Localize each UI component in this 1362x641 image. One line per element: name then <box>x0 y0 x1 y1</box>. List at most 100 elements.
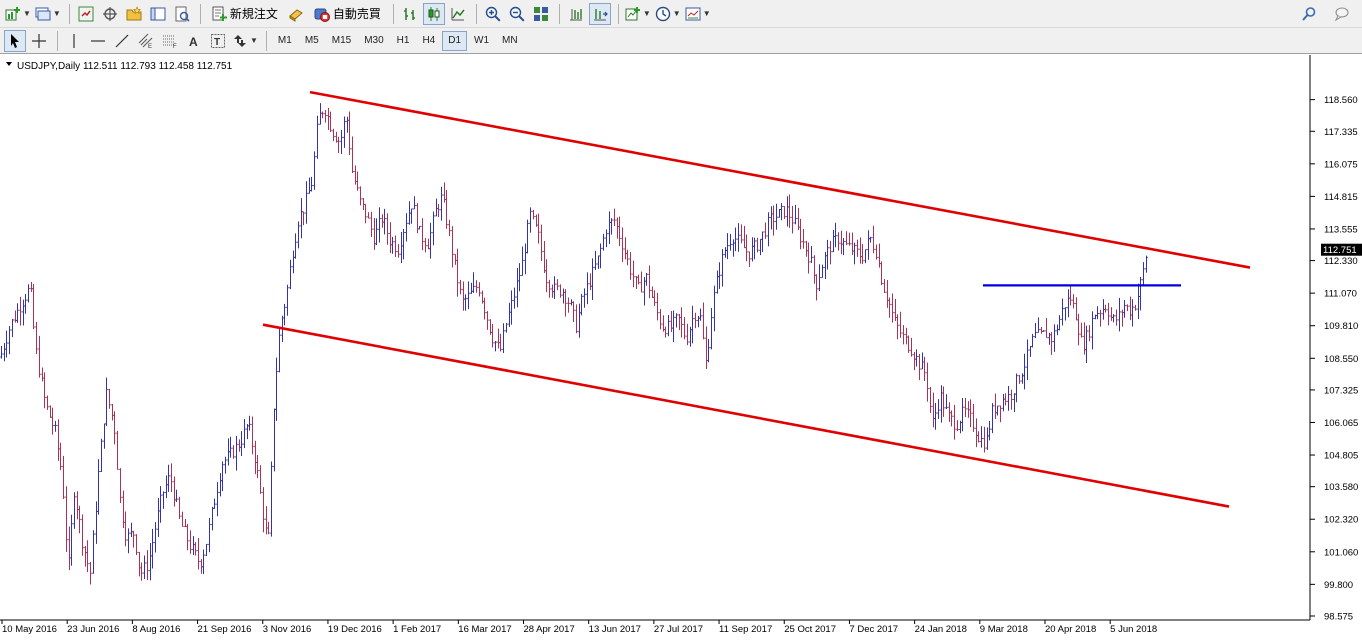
text-label-icon: T <box>211 33 225 48</box>
equidistant-channel-button[interactable]: E <box>135 30 157 52</box>
toolbar-separator <box>199 3 201 24</box>
x-tick-label: 16 Mar 2017 <box>458 624 511 635</box>
line-chart-icon <box>451 7 465 20</box>
chat-button[interactable] <box>1330 3 1352 25</box>
tile-windows-button[interactable] <box>530 3 552 25</box>
metaeditor-book-icon <box>289 8 303 22</box>
y-tick-label: 118.560 <box>1324 95 1358 106</box>
current-price-tag: 112.751 <box>1321 243 1362 256</box>
toolbar-separator <box>617 3 619 24</box>
timeframe-m30[interactable]: M30 <box>358 31 389 51</box>
x-tick-label: 9 Mar 2018 <box>980 624 1028 635</box>
x-tick-label: 24 Jan 2018 <box>915 624 967 635</box>
y-tick-label: 112.330 <box>1324 256 1358 267</box>
svg-text:F: F <box>173 44 177 49</box>
x-tick-label: 7 Dec 2017 <box>849 624 898 635</box>
timeframe-m1[interactable]: M1 <box>272 31 298 51</box>
vertical-line-icon <box>73 33 75 48</box>
x-tick-label: 11 Sep 2017 <box>719 624 772 635</box>
cursor-arrow-icon <box>11 33 19 48</box>
timeframe-w1[interactable]: W1 <box>468 31 495 51</box>
text-button[interactable]: A <box>183 30 205 52</box>
timeframe-mn[interactable]: MN <box>496 31 524 51</box>
vertical-line-button[interactable] <box>63 30 85 52</box>
svg-text:E: E <box>148 44 152 49</box>
plot-area <box>0 55 1310 620</box>
data-window-button[interactable] <box>99 3 121 25</box>
y-tick-label: 107.325 <box>1324 385 1358 396</box>
navigator-button[interactable] <box>123 3 145 25</box>
x-tick-label: 27 Jul 2017 <box>654 624 703 635</box>
auto-trading-button[interactable]: 自動売買 <box>309 3 386 25</box>
auto-scroll-button[interactable] <box>588 2 611 25</box>
chevron-down-icon: ▼ <box>52 9 61 18</box>
strategy-tester-icon <box>175 6 190 22</box>
trendline-icon <box>115 34 129 47</box>
crosshair-target-icon <box>102 6 117 21</box>
strategy-tester-button[interactable] <box>171 3 193 25</box>
new-chart-button[interactable]: ▼ <box>4 3 32 25</box>
svg-text:A: A <box>189 35 198 49</box>
text-label-button[interactable]: T <box>207 30 229 52</box>
template-icon <box>685 7 701 20</box>
x-tick-label: 3 Nov 2016 <box>263 624 312 635</box>
chevron-down-icon: ▼ <box>250 36 258 45</box>
zoom-in-button[interactable] <box>482 3 504 25</box>
periods-button[interactable]: ▼ <box>654 3 682 25</box>
line-chart-button[interactable] <box>447 3 469 25</box>
chat-bubble-icon <box>1334 7 1349 21</box>
metaeditor-button[interactable] <box>285 3 307 25</box>
drawing-toolbar: E F A T ▼ M1 M5 M15 M30 H1 H4 D1 W1 MN <box>0 28 1362 54</box>
x-tick-label: 23 Jun 2016 <box>67 624 119 635</box>
y-tick-label: 117.335 <box>1324 127 1358 138</box>
indicators-button[interactable]: ▼ <box>624 3 652 25</box>
new-order-label: 新規注文 <box>229 7 278 21</box>
templates-button[interactable]: ▼ <box>684 3 712 25</box>
toolbar-separator <box>68 3 70 24</box>
new-order-button[interactable]: 新規注文 <box>206 3 283 25</box>
candlestick-chart-button[interactable] <box>422 2 445 25</box>
profiles-icon <box>35 7 51 20</box>
current-price-label: 112.751 <box>1323 245 1357 256</box>
x-tick-label: 20 Apr 2018 <box>1045 624 1096 635</box>
chart-window[interactable]: 118.560 117.335 116.075 114.815 113.555 112.3… <box>0 55 1362 641</box>
toolbar-separator <box>265 30 267 51</box>
x-tick-label: 19 Dec 2016 <box>328 624 382 635</box>
fibonacci-button[interactable]: F <box>159 30 181 52</box>
profiles-button[interactable]: ▼ <box>34 3 62 25</box>
horizontal-line-button[interactable] <box>87 30 109 52</box>
x-tick-label: 5 Jun 2018 <box>1110 624 1157 635</box>
timeframe-d1[interactable]: D1 <box>442 30 468 51</box>
x-tick-label: 1 Feb 2017 <box>393 624 441 635</box>
price-chart[interactable]: 118.560 117.335 116.075 114.815 113.555 112.3… <box>0 55 1362 641</box>
main-toolbar: ▼ ▼ 新規注文 自動売買 ▼ ▼ ▼ <box>0 0 1362 28</box>
arrows-button[interactable]: ▼ <box>231 30 259 52</box>
search-button[interactable] <box>1298 3 1320 25</box>
zoom-out-button[interactable] <box>506 3 528 25</box>
y-tick-label: 99.800 <box>1324 580 1353 591</box>
timeframe-m5[interactable]: M5 <box>299 31 325 51</box>
market-watch-button[interactable] <box>75 3 97 25</box>
terminal-button[interactable] <box>147 3 169 25</box>
chart-shift-button[interactable] <box>565 3 587 25</box>
zoom-out-icon <box>509 6 525 22</box>
indicators-icon <box>625 6 640 20</box>
horizontal-line-icon <box>91 39 105 42</box>
y-tick-label: 101.060 <box>1324 547 1358 558</box>
toolbar-separator <box>57 30 58 51</box>
zoom-in-icon <box>485 6 501 22</box>
toolbar-separator <box>392 3 394 24</box>
y-tick-label: 113.555 <box>1324 224 1358 235</box>
cursor-button[interactable] <box>4 29 26 52</box>
search-icon <box>1302 6 1316 21</box>
x-tick-label: 28 Apr 2017 <box>523 624 574 635</box>
folder-star-icon <box>126 5 142 20</box>
new-order-icon <box>212 6 227 21</box>
x-tick-label: 21 Sep 2016 <box>198 624 252 635</box>
trendline-button[interactable] <box>111 30 133 52</box>
crosshair-button[interactable] <box>28 30 50 52</box>
timeframe-h4[interactable]: H4 <box>416 31 441 51</box>
timeframe-m15[interactable]: M15 <box>326 31 357 51</box>
timeframe-h1[interactable]: H1 <box>391 31 416 51</box>
bar-chart-button[interactable] <box>399 3 421 25</box>
